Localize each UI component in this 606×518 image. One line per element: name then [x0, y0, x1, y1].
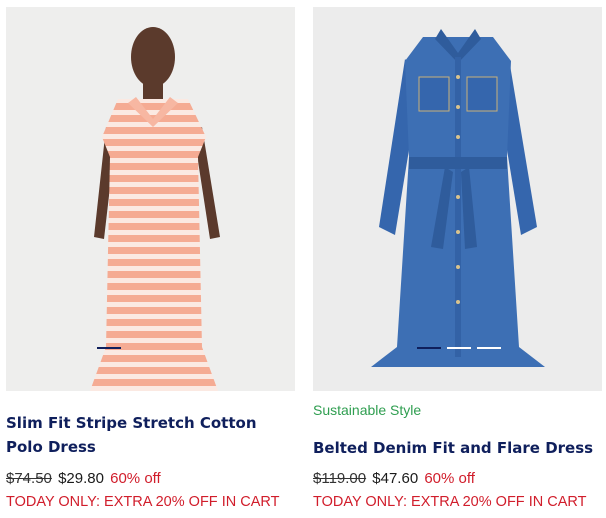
carousel-dot[interactable] [417, 347, 441, 349]
carousel-dots [417, 347, 501, 350]
original-price: $74.50 [6, 470, 52, 487]
price-row: $74.50 $29.80 60% off [6, 470, 161, 488]
original-price: $119.00 [313, 470, 367, 487]
discount-label: 60% off [110, 470, 161, 487]
sustainable-badge: Sustainable Style [313, 402, 422, 418]
promo-text: TODAY ONLY: EXTRA 20% OFF IN CART [6, 494, 280, 510]
carousel-dot[interactable] [477, 347, 501, 349]
denim-shirt-dress-photo [371, 29, 545, 367]
product-title[interactable]: Slim Fit Stripe Stretch Cotton Polo Dres… [6, 411, 297, 459]
product-card[interactable]: Sustainable Style Belted Denim Fit and F… [313, 0, 604, 510]
sale-price: $47.60 [372, 470, 419, 487]
product-title[interactable]: Belted Denim Fit and Flare Dress [313, 436, 604, 460]
discount-label: 60% off [424, 470, 475, 487]
price-row: $119.00 $47.60 60% off [313, 470, 475, 488]
sale-price: $29.80 [58, 470, 104, 487]
carousel-dots [97, 347, 121, 350]
product-image[interactable] [6, 7, 295, 391]
product-image[interactable] [313, 7, 602, 391]
striped-polo-dress-photo [90, 27, 220, 391]
product-card[interactable]: Slim Fit Stripe Stretch Cotton Polo Dres… [6, 0, 297, 510]
carousel-dot[interactable] [447, 347, 471, 349]
carousel-dot[interactable] [97, 347, 121, 349]
promo-text: TODAY ONLY: EXTRA 20% OFF IN CART [313, 494, 587, 510]
